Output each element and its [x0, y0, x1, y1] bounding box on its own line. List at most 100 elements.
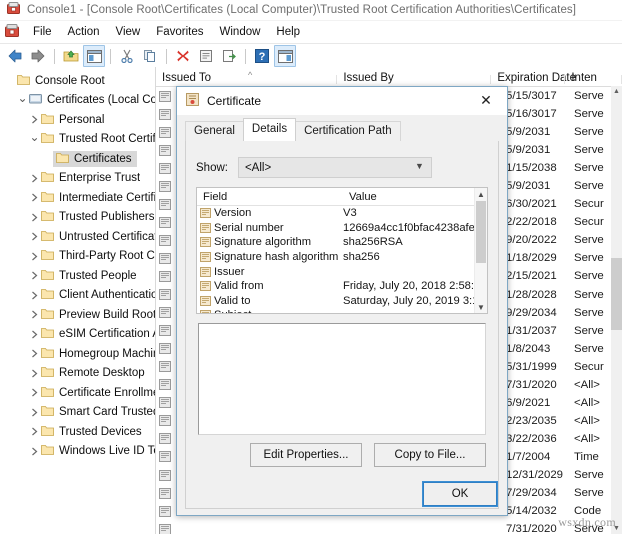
- tree-item-trusted-publishers[interactable]: Trusted Publishers: [0, 208, 155, 228]
- back-icon[interactable]: [4, 45, 26, 67]
- tree-item-certificate-enrollment-r[interactable]: Certificate Enrollment R: [0, 383, 155, 403]
- tree-item-third-party-root-certifi[interactable]: Third-Party Root Certifi: [0, 247, 155, 267]
- column-header-intended-purposes[interactable]: Inten: [565, 72, 622, 86]
- chevron-down-icon[interactable]: ⌄: [28, 130, 41, 144]
- tree-item-personal[interactable]: Personal: [0, 110, 155, 130]
- column-header-expiration-date[interactable]: Expiration Date: [491, 72, 576, 86]
- column-header-issued-by[interactable]: Issued By: [337, 72, 492, 86]
- tree-item-certificates-local-computer[interactable]: ⌄ Certificates (Local Computer: [0, 91, 155, 111]
- chevron-right-icon[interactable]: [28, 213, 41, 222]
- list-item[interactable]: Serial number 12669a4cc1f0bfac4238afe9a6.…: [197, 221, 487, 236]
- show-hide-tree-icon[interactable]: [83, 45, 105, 67]
- list-vertical-scrollbar[interactable]: ▲ ▼: [611, 86, 622, 534]
- copy-icon[interactable]: [139, 45, 161, 67]
- tree-item-trusted-people[interactable]: Trusted People: [0, 266, 155, 286]
- delete-icon[interactable]: [172, 45, 194, 67]
- field-scroll-down-icon[interactable]: ▼: [475, 301, 487, 313]
- menu-action[interactable]: Action: [60, 24, 108, 40]
- forward-icon[interactable]: [27, 45, 49, 67]
- menu-help[interactable]: Help: [268, 24, 308, 40]
- up-one-level-icon[interactable]: [60, 45, 82, 67]
- chevron-right-icon[interactable]: [28, 447, 41, 456]
- field-scroll-thumb[interactable]: [476, 201, 486, 263]
- chevron-right-icon[interactable]: [28, 310, 41, 319]
- cut-icon[interactable]: [116, 45, 138, 67]
- tree-item-esim-certification-auth[interactable]: eSIM Certification Auth: [0, 325, 155, 345]
- tab-certification-path[interactable]: Certification Path: [295, 121, 401, 141]
- field-value: Saturday, July 20, 2019 3:18:...: [343, 294, 487, 307]
- field-value-list[interactable]: Field Value Version V3 Serial number 12669a…: [196, 187, 488, 314]
- tree-item-homegroup-machine-c[interactable]: Homegroup Machine C: [0, 344, 155, 364]
- tree-item-enterprise-trust[interactable]: Enterprise Trust: [0, 169, 155, 189]
- tree-item-client-authentication-is[interactable]: Client Authentication Is: [0, 286, 155, 306]
- chevron-right-icon[interactable]: [28, 193, 41, 202]
- value-column-header: Value: [349, 190, 377, 203]
- cell-expiration-date: 5/9/2031: [506, 126, 551, 139]
- console-tree-pane[interactable]: Console Root ⌄ Certificates (Local Compute…: [0, 67, 156, 534]
- list-item[interactable]: Valid from Friday, July 20, 2018 2:58:24: [197, 279, 487, 294]
- close-icon[interactable]: ✕: [465, 87, 507, 115]
- cell-expiration-date: 9/29/2034: [506, 306, 557, 319]
- copy-to-file-button[interactable]: Copy to File...: [374, 443, 486, 467]
- tree-item-preview-build-roots[interactable]: Preview Build Roots: [0, 305, 155, 325]
- list-item[interactable]: Version V3: [197, 206, 487, 221]
- tree-item-certificates[interactable]: Certificates: [0, 149, 155, 169]
- export-list-icon[interactable]: [218, 45, 240, 67]
- tree-item-remote-desktop[interactable]: Remote Desktop: [0, 364, 155, 384]
- tree-item-console-root[interactable]: Console Root: [0, 71, 155, 91]
- certificate-row-icon: [156, 523, 174, 534]
- chevron-right-icon[interactable]: [28, 427, 41, 436]
- list-item[interactable]: Signature hash algorithm sha256: [197, 250, 487, 265]
- chevron-right-icon[interactable]: [28, 232, 41, 241]
- tree-item-untrusted-certificates[interactable]: Untrusted Certificates: [0, 227, 155, 247]
- chevron-right-icon[interactable]: [28, 291, 41, 300]
- help-icon[interactable]: ?: [251, 45, 273, 67]
- window-title: Console1 - [Console Root\Certificates (L…: [27, 4, 577, 16]
- scroll-up-icon[interactable]: ▲: [611, 86, 622, 97]
- show-hide-console-tree-icon[interactable]: [274, 45, 296, 67]
- tab-details[interactable]: Details: [242, 118, 297, 141]
- chevron-right-icon[interactable]: [28, 330, 41, 339]
- chevron-right-icon[interactable]: [28, 252, 41, 261]
- certificate-field-icon: [197, 252, 214, 263]
- tree-item-trusted-devices[interactable]: Trusted Devices: [0, 422, 155, 442]
- list-item[interactable]: Subject: [197, 308, 487, 313]
- chevron-right-icon[interactable]: [28, 369, 41, 378]
- folder-icon: [41, 288, 54, 302]
- menu-view[interactable]: View: [108, 24, 149, 40]
- ok-button[interactable]: OK: [422, 481, 498, 507]
- edit-properties-button[interactable]: Edit Properties...: [250, 443, 362, 467]
- field-list-scrollbar[interactable]: ▲ ▼: [474, 188, 487, 313]
- tab-general[interactable]: General: [185, 121, 244, 141]
- field-name: Signature algorithm: [214, 236, 312, 249]
- menu-file[interactable]: File: [25, 24, 60, 40]
- folder-icon: [56, 152, 69, 166]
- tree-item-label: Trusted People: [59, 269, 137, 282]
- properties-icon[interactable]: [195, 45, 217, 67]
- column-header-issued-to[interactable]: Issued To ^: [156, 70, 338, 86]
- tree-item-label: Untrusted Certificates: [59, 230, 155, 243]
- scroll-thumb[interactable]: [611, 258, 622, 330]
- tree-item-intermediate-certificatio[interactable]: Intermediate Certificatio: [0, 188, 155, 208]
- table-row[interactable]: 7/31/2020 Serve: [156, 520, 622, 534]
- cell-expiration-date: 6/30/2021: [506, 198, 557, 211]
- chevron-right-icon[interactable]: [28, 408, 41, 417]
- show-dropdown[interactable]: <All> ▼: [237, 157, 432, 178]
- chevron-right-icon[interactable]: [28, 174, 41, 183]
- chevron-right-icon[interactable]: [28, 349, 41, 358]
- tree-item-smart-card-trusted-roo[interactable]: Smart Card Trusted Roo: [0, 403, 155, 423]
- list-item[interactable]: Issuer: [197, 264, 487, 279]
- list-item[interactable]: Valid to Saturday, July 20, 2019 3:18:...: [197, 294, 487, 309]
- tree-item-windows-live-id-token[interactable]: Windows Live ID Token: [0, 442, 155, 462]
- chevron-right-icon[interactable]: [28, 271, 41, 280]
- tree-item-trusted-root-certificatio[interactable]: ⌄ Trusted Root Certificatio: [0, 130, 155, 150]
- list-item[interactable]: Signature algorithm sha256RSA: [197, 235, 487, 250]
- field-scroll-up-icon[interactable]: ▲: [475, 188, 487, 200]
- cell-expiration-date: 5/31/1999: [506, 360, 557, 373]
- chevron-down-icon[interactable]: ⌄: [16, 91, 29, 105]
- tree-item-label: Windows Live ID Token: [59, 445, 155, 458]
- chevron-right-icon[interactable]: [28, 388, 41, 397]
- menu-favorites[interactable]: Favorites: [148, 24, 211, 40]
- chevron-right-icon[interactable]: [28, 115, 41, 124]
- menu-window[interactable]: Window: [212, 24, 269, 40]
